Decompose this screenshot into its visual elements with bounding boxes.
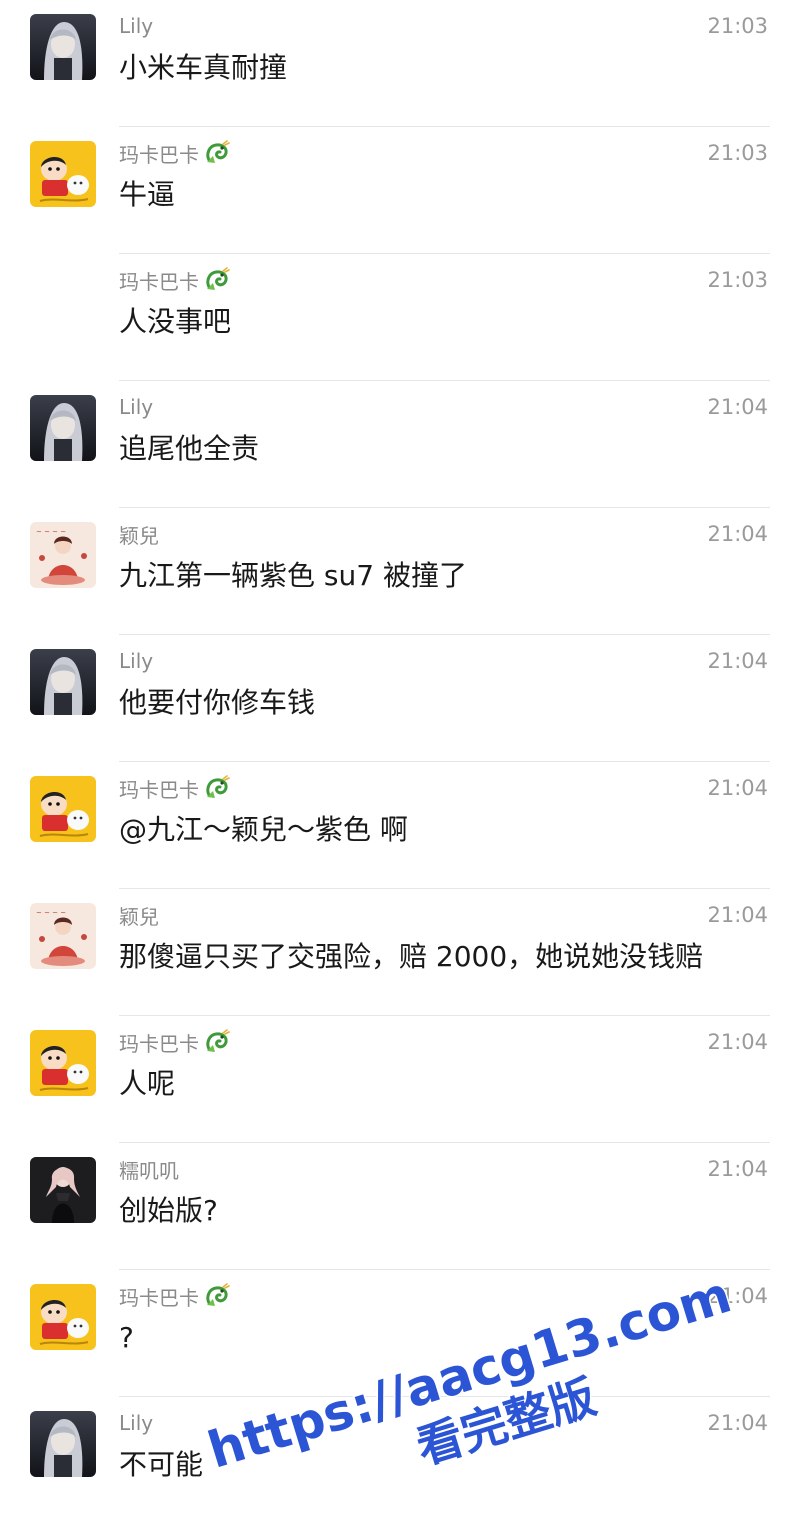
message-text[interactable]: 不可能 xyxy=(119,1445,203,1485)
message-text[interactable]: 牛逼 xyxy=(119,175,175,215)
svg-text:~ ~ ~ ~: ~ ~ ~ ~ xyxy=(36,528,66,536)
chat-message[interactable]: Lily 21:03 小米车真耐撞 xyxy=(0,0,800,127)
message-time: 21:04 xyxy=(707,395,768,419)
message-text[interactable]: 创始版? xyxy=(119,1191,218,1231)
message-text[interactable]: 人没事吧 xyxy=(119,302,231,342)
message-text[interactable]: 那傻逼只买了交强险，赔 2000，她说她没钱赔 xyxy=(119,937,703,977)
chat-message[interactable]: 玛卡巴卡 21:04 人呢 xyxy=(0,1016,800,1143)
sender-row: 玛卡巴卡 xyxy=(119,139,231,167)
sender-name[interactable]: Lily xyxy=(119,649,153,673)
message-time: 21:03 xyxy=(707,141,768,165)
message-time: 21:04 xyxy=(707,1157,768,1181)
message-text[interactable]: 人呢 xyxy=(119,1064,175,1104)
message-text[interactable]: 九江第一辆紫色 su7 被撞了 xyxy=(119,556,467,596)
message-time: 21:03 xyxy=(707,268,768,292)
sender-row: 玛卡巴卡 xyxy=(119,1028,231,1056)
avatar-ying[interactable]: ~ ~ ~ ~ xyxy=(30,903,96,969)
chat-message[interactable]: Lily 21:04 他要付你修车钱 xyxy=(0,635,800,762)
chat-message[interactable]: 玛卡巴卡 21:03 牛逼 xyxy=(0,127,800,254)
message-time: 21:04 xyxy=(707,903,768,927)
avatar-lily[interactable] xyxy=(30,14,96,80)
chat-message[interactable]: 糯叽叽 21:04 创始版? xyxy=(0,1143,800,1270)
message-time: 21:04 xyxy=(707,1030,768,1054)
sender-name[interactable]: 玛卡巴卡 xyxy=(119,1282,199,1311)
sender-name[interactable]: 玛卡巴卡 xyxy=(119,139,199,168)
sender-name[interactable]: 玛卡巴卡 xyxy=(119,266,199,295)
message-text[interactable]: 追尾他全责 xyxy=(119,429,259,469)
sender-row: 颖兒 xyxy=(119,520,159,548)
chat-message[interactable]: ~ ~ ~ ~ 颖兒 21:04 那傻逼只买了交强险，赔 2000，她说她没钱赔 xyxy=(0,889,800,1016)
sender-name[interactable]: 玛卡巴卡 xyxy=(119,774,199,803)
message-text[interactable]: 小米车真耐撞 xyxy=(119,48,287,88)
sender-row: 玛卡巴卡 xyxy=(119,266,231,294)
avatar-nuo[interactable] xyxy=(30,1157,96,1223)
sender-row: 糯叽叽 xyxy=(119,1155,179,1183)
message-time: 21:04 xyxy=(707,1411,768,1435)
sender-row: 颖兒 xyxy=(119,901,159,929)
sender-name[interactable]: Lily xyxy=(119,395,153,419)
avatar-shin[interactable] xyxy=(30,776,96,842)
avatar-lily[interactable] xyxy=(30,1411,96,1477)
sender-row: Lily xyxy=(119,647,153,675)
message-time: 21:04 xyxy=(707,1284,768,1308)
sender-row: Lily xyxy=(119,393,153,421)
svg-text:~ ~ ~ ~: ~ ~ ~ ~ xyxy=(36,909,66,917)
message-text[interactable]: @九江～颖兒～紫色 啊 xyxy=(119,810,408,850)
sender-name[interactable]: 玛卡巴卡 xyxy=(119,1028,199,1057)
dragon-icon xyxy=(203,775,231,801)
chat-message[interactable]: 玛卡巴卡 21:04 @九江～颖兒～紫色 啊 xyxy=(0,762,800,889)
message-time: 21:04 xyxy=(707,776,768,800)
sender-name[interactable]: 糯叽叽 xyxy=(119,1155,179,1184)
sender-row: 玛卡巴卡 xyxy=(119,1282,231,1310)
sender-row: Lily xyxy=(119,1409,153,1437)
dragon-icon xyxy=(203,267,231,293)
sender-name[interactable]: Lily xyxy=(119,1411,153,1435)
message-time: 21:03 xyxy=(707,14,768,38)
sender-row: 玛卡巴卡 xyxy=(119,774,231,802)
chat-message[interactable]: Lily 21:04 追尾他全责 xyxy=(0,381,800,508)
avatar-lily[interactable] xyxy=(30,649,96,715)
dragon-icon xyxy=(203,1029,231,1055)
avatar-lily[interactable] xyxy=(30,395,96,461)
dragon-icon xyxy=(203,140,231,166)
sender-name[interactable]: 颖兒 xyxy=(119,901,159,930)
chat-message[interactable]: ~ ~ ~ ~ 颖兒 21:04 九江第一辆紫色 su7 被撞了 xyxy=(0,508,800,635)
chat-message-list: Lily 21:03 小米车真耐撞 玛卡巴卡 21:03 牛逼 玛卡巴卡 21:03 人没事吧 L… xyxy=(0,0,800,1524)
message-time: 21:04 xyxy=(707,649,768,673)
avatar-ying[interactable]: ~ ~ ~ ~ xyxy=(30,522,96,588)
avatar-shin[interactable] xyxy=(30,141,96,207)
sender-row: Lily xyxy=(119,12,153,40)
chat-message[interactable]: 玛卡巴卡 21:03 人没事吧 xyxy=(0,254,800,381)
chat-message[interactable]: 玛卡巴卡 21:04? xyxy=(0,1270,800,1397)
message-text[interactable]: ? xyxy=(119,1318,134,1358)
sender-name[interactable]: Lily xyxy=(119,14,153,38)
message-time: 21:04 xyxy=(707,522,768,546)
sender-name[interactable]: 颖兒 xyxy=(119,520,159,549)
avatar-shin[interactable] xyxy=(30,1284,96,1350)
chat-message[interactable]: Lily 21:04 不可能 xyxy=(0,1397,800,1524)
avatar-shin[interactable] xyxy=(30,1030,96,1096)
message-text[interactable]: 他要付你修车钱 xyxy=(119,683,315,723)
dragon-icon xyxy=(203,1283,231,1309)
